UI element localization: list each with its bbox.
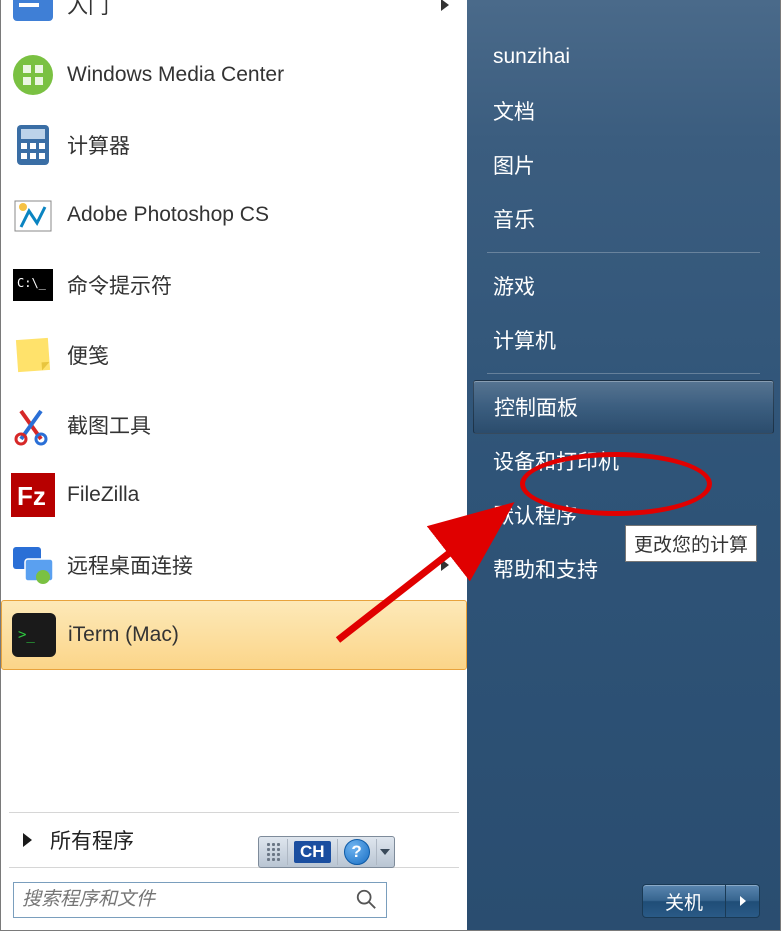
tooltip: 更改您的计算 bbox=[625, 525, 757, 562]
program-item-filezilla[interactable]: Fz FileZilla bbox=[1, 460, 467, 530]
program-label: FileZilla bbox=[67, 483, 459, 507]
calculator-icon bbox=[9, 121, 57, 169]
search-row bbox=[1, 872, 467, 930]
search-input[interactable] bbox=[13, 882, 387, 918]
svg-text:C:\_: C:\_ bbox=[17, 276, 47, 290]
language-options-button[interactable] bbox=[376, 839, 394, 865]
right-item-label: 设备和打印机 bbox=[493, 446, 619, 476]
program-label: 便笺 bbox=[67, 340, 459, 370]
drag-grip-icon[interactable] bbox=[263, 838, 283, 866]
right-item-label: 默认程序 bbox=[493, 500, 577, 530]
search-icon bbox=[355, 888, 377, 910]
right-item-label: 音乐 bbox=[493, 204, 535, 234]
right-item-label: 游戏 bbox=[493, 271, 535, 301]
svg-text:>_: >_ bbox=[18, 627, 35, 643]
iterm-icon: >_ bbox=[10, 611, 58, 659]
program-label: 入门 bbox=[67, 0, 441, 20]
rdp-icon bbox=[9, 541, 57, 589]
submenu-arrow-icon bbox=[441, 0, 449, 11]
program-label: 计算器 bbox=[67, 130, 459, 160]
program-label: 远程桌面连接 bbox=[67, 550, 441, 580]
program-item-snipping-tool[interactable]: 截图工具 bbox=[1, 390, 467, 460]
program-item-iterm[interactable]: >_ iTerm (Mac) bbox=[1, 600, 467, 670]
right-item-label: 控制面板 bbox=[494, 392, 578, 422]
program-item-photoshop[interactable]: Adobe Photoshop CS bbox=[1, 180, 467, 250]
program-item-rdp[interactable]: 远程桌面连接 bbox=[1, 530, 467, 600]
shutdown-options-button[interactable] bbox=[726, 884, 760, 918]
right-item-documents[interactable]: 文档 bbox=[467, 84, 780, 138]
right-item-label: 计算机 bbox=[493, 325, 556, 355]
shutdown-label: 关机 bbox=[665, 888, 703, 915]
chevron-down-icon bbox=[380, 849, 390, 855]
right-item-devices-printers[interactable]: 设备和打印机 bbox=[467, 434, 780, 488]
divider bbox=[9, 812, 459, 813]
svg-text:Fz: Fz bbox=[17, 481, 46, 511]
right-item-music[interactable]: 音乐 bbox=[467, 192, 780, 246]
chevron-right-icon bbox=[740, 896, 746, 906]
right-item-control-panel[interactable]: 控制面板 bbox=[473, 380, 774, 434]
program-label: Adobe Photoshop CS bbox=[67, 203, 459, 227]
program-item-sticky-notes[interactable]: 便笺 bbox=[1, 320, 467, 390]
program-label: 截图工具 bbox=[67, 410, 459, 440]
program-label: Windows Media Center bbox=[67, 63, 459, 87]
right-item-username[interactable]: sunzihai bbox=[467, 30, 780, 84]
right-item-games[interactable]: 游戏 bbox=[467, 259, 780, 313]
all-programs[interactable]: 所有程序 bbox=[1, 817, 467, 863]
language-bar[interactable]: CH ? bbox=[258, 836, 395, 868]
program-label: 命令提示符 bbox=[67, 270, 459, 300]
right-item-computer[interactable]: 计算机 bbox=[467, 313, 780, 367]
shutdown-row: 关机 bbox=[642, 884, 760, 918]
username-label: sunzihai bbox=[493, 45, 570, 69]
start-menu: UC浏览器 入门 Windows Media Center 计算器 bbox=[0, 0, 781, 931]
shutdown-button[interactable]: 关机 bbox=[642, 884, 726, 918]
tooltip-text: 更改您的计算 bbox=[634, 535, 748, 556]
sticky-notes-icon bbox=[9, 331, 57, 379]
all-programs-label: 所有程序 bbox=[50, 825, 134, 855]
start-menu-right-panel: sunzihai 文档 图片 音乐 游戏 计算机 控制面板 设备和打印机 默认程… bbox=[467, 0, 780, 930]
program-item-wmc[interactable]: Windows Media Center bbox=[1, 40, 467, 110]
cmd-icon: C:\_ bbox=[9, 261, 57, 309]
photoshop-icon bbox=[9, 191, 57, 239]
submenu-arrow-icon bbox=[441, 559, 449, 571]
snipping-tool-icon bbox=[9, 401, 57, 449]
help-icon: ? bbox=[344, 839, 370, 865]
program-label: iTerm (Mac) bbox=[68, 623, 458, 647]
program-item-cmd[interactable]: C:\_ 命令提示符 bbox=[1, 250, 467, 320]
right-item-label: 文档 bbox=[493, 96, 535, 126]
program-item-calculator[interactable]: 计算器 bbox=[1, 110, 467, 180]
program-item-getting-started[interactable]: 入门 bbox=[1, 0, 467, 40]
program-list: UC浏览器 入门 Windows Media Center 计算器 bbox=[1, 0, 467, 808]
wmc-icon bbox=[9, 51, 57, 99]
divider bbox=[487, 373, 760, 374]
getting-started-icon bbox=[9, 0, 57, 29]
language-code: CH bbox=[294, 841, 331, 863]
language-indicator[interactable]: CH bbox=[287, 839, 337, 865]
language-help-button[interactable]: ? bbox=[337, 839, 376, 865]
start-menu-left-panel: UC浏览器 入门 Windows Media Center 计算器 bbox=[1, 0, 467, 930]
right-item-label: 帮助和支持 bbox=[493, 554, 598, 584]
filezilla-icon: Fz bbox=[9, 471, 57, 519]
all-programs-arrow-icon bbox=[23, 833, 32, 847]
user-avatar-area bbox=[467, 6, 780, 30]
divider bbox=[487, 252, 760, 253]
right-item-label: 图片 bbox=[493, 150, 535, 180]
right-item-pictures[interactable]: 图片 bbox=[467, 138, 780, 192]
